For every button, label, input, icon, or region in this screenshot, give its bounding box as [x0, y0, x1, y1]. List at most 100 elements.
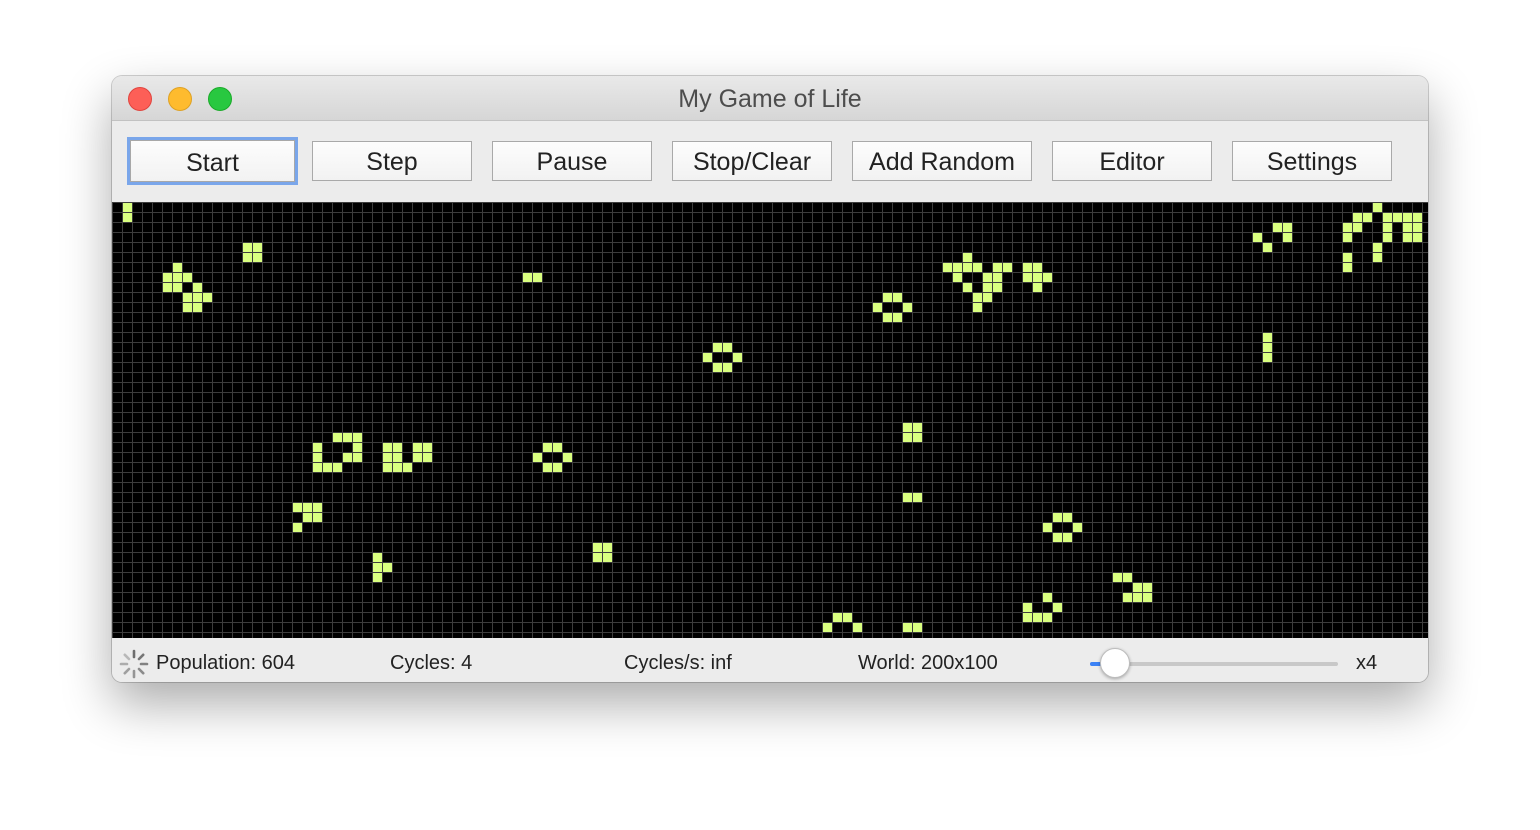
alive-cell[interactable] — [1263, 243, 1272, 252]
alive-cell[interactable] — [373, 573, 382, 582]
alive-cell[interactable] — [553, 443, 562, 452]
alive-cell[interactable] — [1143, 583, 1152, 592]
alive-cell[interactable] — [373, 553, 382, 562]
alive-cell[interactable] — [553, 463, 562, 472]
alive-cell[interactable] — [953, 263, 962, 272]
alive-cell[interactable] — [943, 263, 952, 272]
alive-cell[interactable] — [723, 363, 732, 372]
alive-cell[interactable] — [343, 433, 352, 442]
alive-cell[interactable] — [323, 463, 332, 472]
alive-cell[interactable] — [1373, 253, 1382, 262]
alive-cell[interactable] — [293, 503, 302, 512]
alive-cell[interactable] — [353, 433, 362, 442]
alive-cell[interactable] — [713, 363, 722, 372]
alive-cell[interactable] — [123, 213, 132, 222]
alive-cell[interactable] — [1413, 213, 1422, 222]
alive-cell[interactable] — [303, 503, 312, 512]
alive-cell[interactable] — [1343, 223, 1352, 232]
alive-cell[interactable] — [293, 523, 302, 532]
alive-cell[interactable] — [163, 283, 172, 292]
alive-cell[interactable] — [1063, 533, 1072, 542]
alive-cell[interactable] — [1343, 253, 1352, 262]
alive-cell[interactable] — [1283, 223, 1292, 232]
step-button[interactable]: Step — [312, 141, 472, 181]
alive-cell[interactable] — [853, 623, 862, 632]
alive-cell[interactable] — [1043, 593, 1052, 602]
alive-cell[interactable] — [173, 283, 182, 292]
alive-cell[interactable] — [1263, 353, 1272, 362]
alive-cell[interactable] — [1023, 613, 1032, 622]
alive-cell[interactable] — [1073, 523, 1082, 532]
alive-cell[interactable] — [1043, 613, 1052, 622]
alive-cell[interactable] — [983, 273, 992, 282]
alive-cell[interactable] — [413, 453, 422, 462]
alive-cell[interactable] — [913, 423, 922, 432]
alive-cell[interactable] — [983, 283, 992, 292]
alive-cell[interactable] — [533, 453, 542, 462]
alive-cell[interactable] — [1383, 233, 1392, 242]
alive-cell[interactable] — [1253, 233, 1262, 242]
alive-cell[interactable] — [1383, 223, 1392, 232]
alive-cell[interactable] — [1403, 223, 1412, 232]
alive-cell[interactable] — [593, 553, 602, 562]
alive-cell[interactable] — [353, 453, 362, 462]
alive-cell[interactable] — [393, 463, 402, 472]
alive-cell[interactable] — [543, 443, 552, 452]
alive-cell[interactable] — [1283, 233, 1292, 242]
alive-cell[interactable] — [1033, 273, 1042, 282]
alive-cell[interactable] — [333, 433, 342, 442]
alive-cell[interactable] — [383, 443, 392, 452]
alive-cell[interactable] — [563, 453, 572, 462]
alive-cell[interactable] — [173, 263, 182, 272]
alive-cell[interactable] — [903, 423, 912, 432]
alive-cell[interactable] — [713, 343, 722, 352]
alive-cell[interactable] — [973, 263, 982, 272]
alive-cell[interactable] — [963, 253, 972, 262]
alive-cell[interactable] — [313, 513, 322, 522]
alive-cell[interactable] — [703, 353, 712, 362]
alive-cell[interactable] — [243, 243, 252, 252]
alive-cell[interactable] — [1403, 233, 1412, 242]
alive-cell[interactable] — [523, 273, 532, 282]
alive-cell[interactable] — [1393, 213, 1402, 222]
alive-cell[interactable] — [973, 293, 982, 302]
alive-cell[interactable] — [413, 443, 422, 452]
alive-cell[interactable] — [1413, 223, 1422, 232]
title-bar[interactable]: My Game of Life — [112, 76, 1428, 121]
stop-clear-button[interactable]: Stop/Clear — [672, 141, 832, 181]
alive-cell[interactable] — [423, 443, 432, 452]
alive-cell[interactable] — [1033, 613, 1042, 622]
alive-cell[interactable] — [1373, 243, 1382, 252]
alive-cell[interactable] — [1033, 283, 1042, 292]
alive-cell[interactable] — [1343, 233, 1352, 242]
alive-cell[interactable] — [1053, 513, 1062, 522]
alive-cell[interactable] — [723, 343, 732, 352]
alive-cell[interactable] — [373, 563, 382, 572]
alive-cell[interactable] — [313, 453, 322, 462]
alive-cell[interactable] — [1373, 203, 1382, 212]
alive-cell[interactable] — [183, 293, 192, 302]
alive-cell[interactable] — [333, 463, 342, 472]
alive-cell[interactable] — [973, 303, 982, 312]
alive-cell[interactable] — [1043, 523, 1052, 532]
alive-cell[interactable] — [823, 623, 832, 632]
alive-cell[interactable] — [123, 203, 132, 212]
alive-cell[interactable] — [963, 283, 972, 292]
start-button[interactable]: Start — [127, 137, 298, 185]
alive-cell[interactable] — [903, 303, 912, 312]
alive-cell[interactable] — [543, 463, 552, 472]
alive-cell[interactable] — [1273, 223, 1282, 232]
alive-cell[interactable] — [353, 443, 362, 452]
alive-cell[interactable] — [313, 503, 322, 512]
alive-cell[interactable] — [253, 243, 262, 252]
alive-cell[interactable] — [1053, 533, 1062, 542]
alive-cell[interactable] — [1143, 593, 1152, 602]
alive-cell[interactable] — [393, 453, 402, 462]
life-grid-canvas[interactable] — [112, 202, 1428, 638]
alive-cell[interactable] — [193, 293, 202, 302]
alive-cell[interactable] — [983, 293, 992, 302]
alive-cell[interactable] — [1263, 333, 1272, 342]
editor-button[interactable]: Editor — [1052, 141, 1212, 181]
alive-cell[interactable] — [1123, 573, 1132, 582]
alive-cell[interactable] — [393, 443, 402, 452]
